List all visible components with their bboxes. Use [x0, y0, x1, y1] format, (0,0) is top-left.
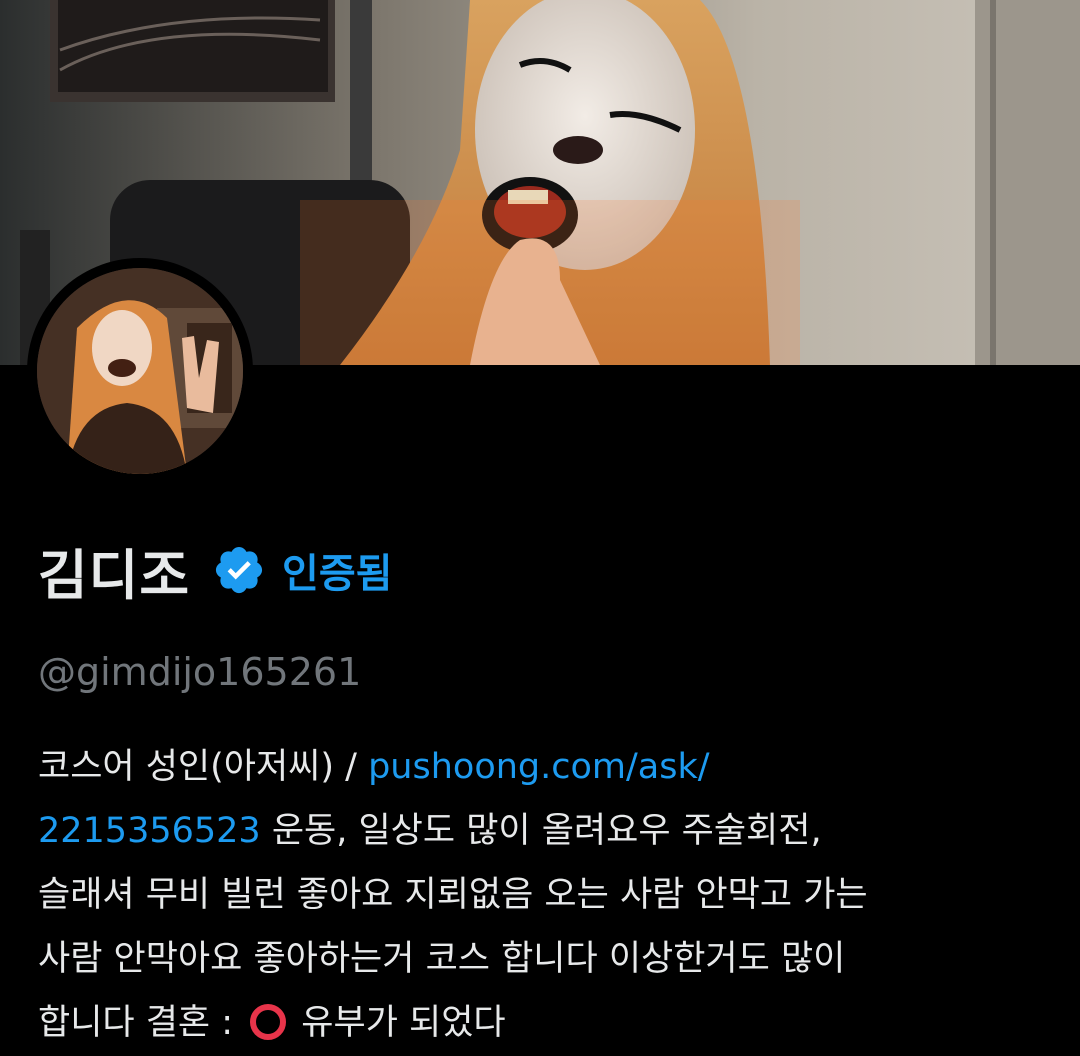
- display-name: 김디조: [38, 543, 191, 607]
- bio-link[interactable]: pushoong.com/ask/: [368, 747, 709, 787]
- bio-line-3: 슬래셔 무비 빌런 좋아요 지뢰없음 오는 사람 안막고 가는: [38, 863, 1048, 927]
- profile-avatar[interactable]: [27, 258, 253, 484]
- bio-text: 슬래셔 무비 빌런 좋아요 지뢰없음 오는 사람 안막고 가는: [38, 875, 868, 915]
- profile-name-row: 김디조 인증됨: [38, 535, 392, 607]
- profile-bio: 코스어 성인(아저씨) / pushoong.com/ask/ 22153565…: [38, 735, 1048, 1055]
- heavy-large-circle-icon: [250, 1004, 287, 1040]
- bio-link-continued[interactable]: 2215356523: [38, 811, 261, 851]
- avatar-photo: [37, 268, 243, 474]
- bio-line-5: 합니다 결혼 : 유부가 되었다: [38, 991, 1048, 1055]
- verified-badge-icon[interactable]: [212, 543, 266, 597]
- bio-text: 운동, 일상도 많이 올려요우 주술회전,: [260, 811, 822, 851]
- verified-label[interactable]: 인증됨: [282, 541, 392, 599]
- bio-text: 코스어 성인(아저씨) /: [38, 747, 369, 787]
- bio-text: 사람 안막아요 좋아하는거 코스 합니다 이상한거도 많이: [38, 939, 846, 979]
- bio-text: 합니다 결혼 :: [38, 1003, 245, 1043]
- profile-handle: @gimdijo165261: [38, 650, 362, 694]
- bio-line-1: 코스어 성인(아저씨) / pushoong.com/ask/: [38, 735, 1048, 799]
- profile-page: 김디조 인증됨 @gimdijo165261 코스어 성인(아저씨) / pus…: [0, 0, 1080, 1056]
- bio-line-2: 2215356523 운동, 일상도 많이 올려요우 주술회전,: [38, 799, 1048, 863]
- bio-line-4: 사람 안막아요 좋아하는거 코스 합니다 이상한거도 많이: [38, 927, 1048, 991]
- bio-text: 유부가 되었다: [290, 1003, 506, 1043]
